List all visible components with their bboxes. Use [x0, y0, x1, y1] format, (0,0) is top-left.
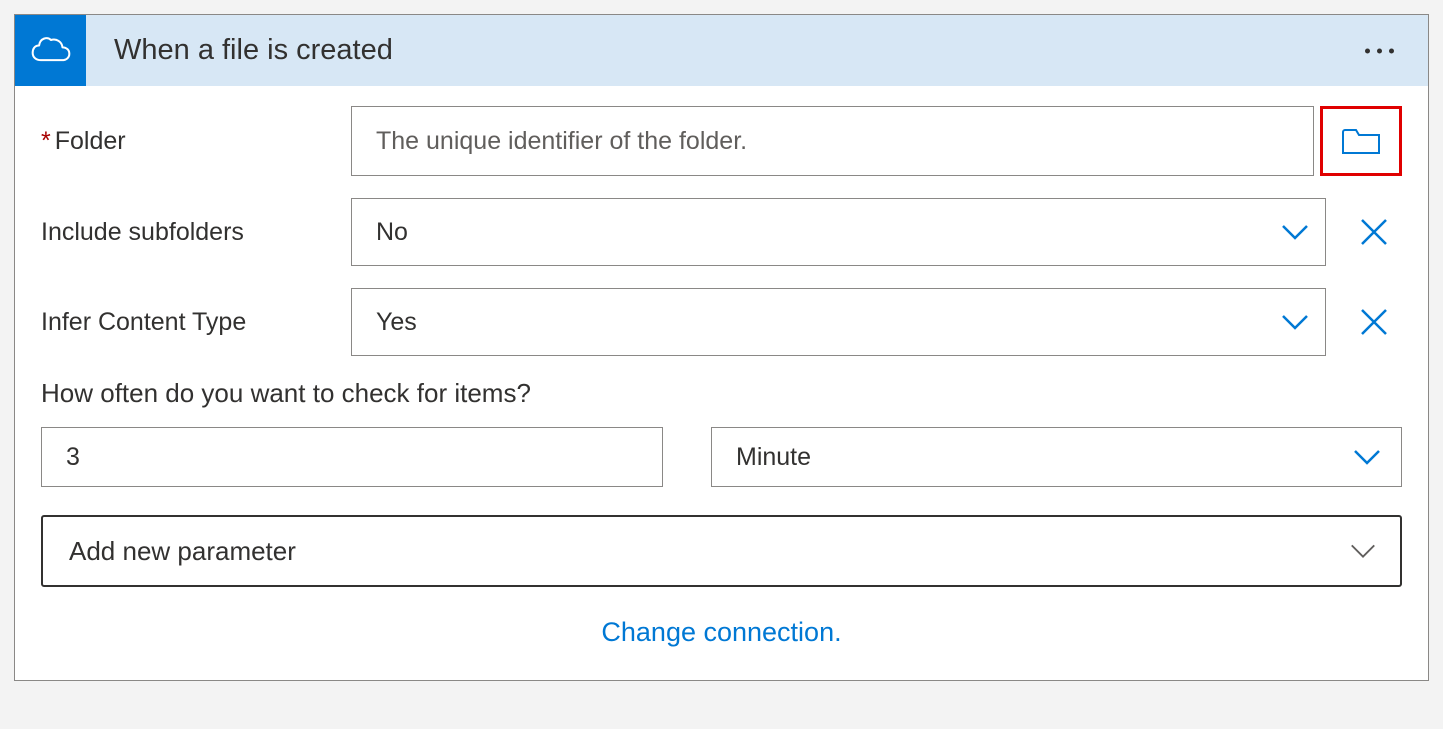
required-indicator: * [41, 127, 51, 156]
infer-content-type-select[interactable]: Yes [351, 288, 1326, 356]
onedrive-icon [29, 29, 73, 73]
add-parameter-dropdown[interactable]: Add new parameter [41, 515, 1402, 587]
close-icon [1359, 307, 1389, 337]
polling-row: Minute [41, 427, 1402, 487]
folder-label: * Folder [41, 127, 351, 156]
trigger-card: When a file is created * Folder I [14, 14, 1429, 681]
card-body: * Folder Include subfolders No [15, 86, 1428, 680]
include-subfolders-value: No [376, 218, 408, 247]
card-title: When a file is created [86, 34, 393, 67]
remove-infer-content-type-button[interactable] [1346, 288, 1402, 356]
card-menu-button[interactable] [1355, 38, 1404, 63]
card-header: When a file is created [15, 15, 1428, 86]
add-parameter-label: Add new parameter [69, 536, 296, 567]
interval-input[interactable] [41, 427, 663, 487]
chevron-down-icon [1279, 306, 1311, 338]
folder-input[interactable] [351, 106, 1314, 176]
include-subfolders-label: Include subfolders [41, 218, 351, 247]
folder-icon [1341, 125, 1381, 157]
include-subfolders-select[interactable]: No [351, 198, 1326, 266]
infer-content-type-value: Yes [376, 308, 417, 337]
chevron-down-icon [1279, 216, 1311, 248]
interval-unit-value: Minute [736, 443, 811, 472]
include-subfolders-row: Include subfolders No [41, 198, 1402, 266]
ellipsis-icon [1365, 48, 1370, 53]
remove-include-subfolders-button[interactable] [1346, 198, 1402, 266]
chevron-down-icon [1348, 536, 1378, 566]
close-icon [1359, 217, 1389, 247]
infer-content-type-row: Infer Content Type Yes [41, 288, 1402, 356]
folder-picker-button[interactable] [1320, 106, 1402, 176]
folder-row: * Folder [41, 106, 1402, 176]
change-connection-link[interactable]: Change connection. [41, 611, 1402, 662]
chevron-down-icon [1351, 441, 1383, 473]
infer-content-type-label: Infer Content Type [41, 308, 351, 337]
polling-question: How often do you want to check for items… [41, 378, 1402, 409]
connector-icon-box [15, 15, 86, 86]
interval-unit-select[interactable]: Minute [711, 427, 1402, 487]
